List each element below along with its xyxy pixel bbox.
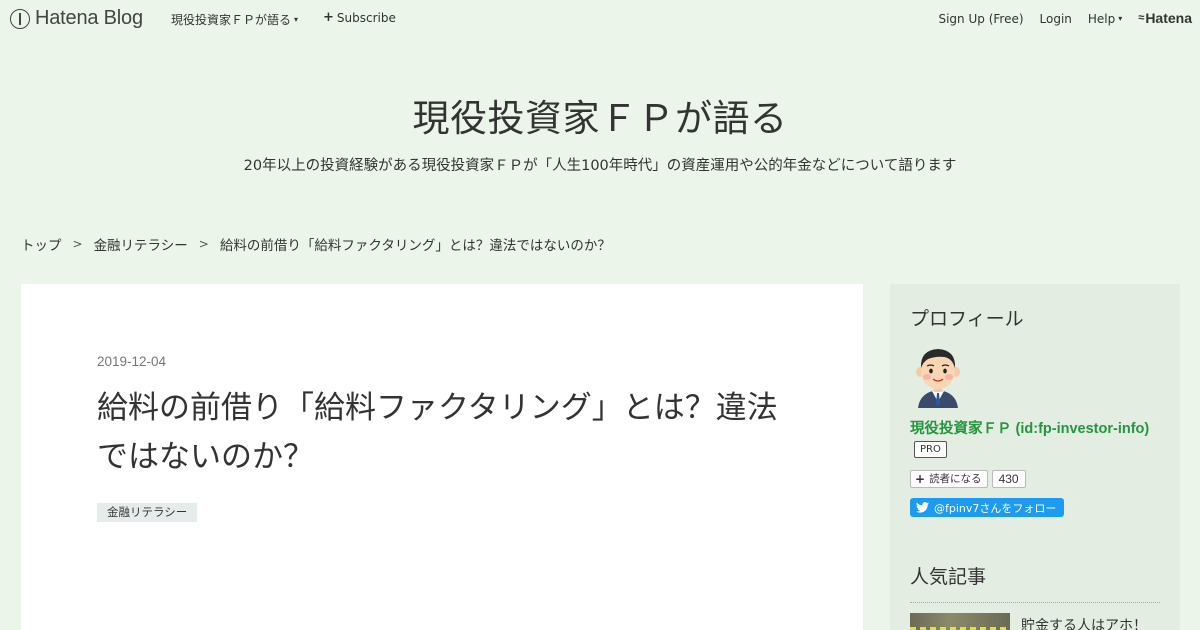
blog-description: 20年以上の投資経験がある現役投資家ＦＰが「人生100年時代」の資産運用や公的年…	[243, 158, 957, 174]
caret-down-icon: ▾	[294, 15, 299, 24]
reader-count: 430	[991, 470, 1026, 488]
breadcrumb: トップ > 金融リテラシー > 給料の前借り「給料ファクタリング」とは？違法では…	[21, 234, 611, 254]
popular-divider	[910, 602, 1160, 603]
blog-menu[interactable]: 現役投資家ＦＰが語る ▾	[171, 11, 298, 28]
account-nav: Sign Up (Free) Login Help ▾ ≈ Hatena	[922, 10, 1192, 26]
signup-link[interactable]: Sign Up (Free)	[938, 12, 1023, 26]
subscribe-button[interactable]: + Subscribe	[323, 11, 396, 25]
post-title[interactable]: 給料の前借り「給料ファクタリング」とは？違法ではないのか？	[97, 384, 797, 482]
hatena-blog-logo[interactable]: Hatena Blog	[10, 7, 143, 30]
breadcrumb-top[interactable]: トップ	[21, 234, 62, 254]
hatena-blog-icon	[10, 8, 30, 29]
popular-heading: 人気記事	[910, 566, 987, 588]
caret-down-icon: ▾	[1118, 14, 1123, 23]
popular-article-thumbnail[interactable]	[910, 613, 1010, 630]
profile-name-link[interactable]: 現役投資家ＦＰ (id:fp-investor-info)	[910, 417, 1149, 438]
article-card: 2019-12-04 給料の前借り「給料ファクタリング」とは？違法ではないのか？…	[21, 284, 863, 630]
subscribe-label: Subscribe	[336, 11, 396, 25]
become-reader-button[interactable]: + 読者になる	[910, 470, 988, 488]
global-header: Hatena Blog 現役投資家ＦＰが語る ▾ + Subscribe Sig…	[0, 0, 1200, 36]
become-reader-label: 読者になる	[929, 473, 982, 485]
hatena-label: Hatena	[1145, 10, 1192, 26]
help-menu[interactable]: Help ▾	[1088, 12, 1122, 26]
category-tag[interactable]: 金融リテラシー	[97, 503, 198, 522]
breadcrumb-current: 給料の前借り「給料ファクタリング」とは？違法ではないのか？	[219, 238, 611, 254]
twitter-follow-button[interactable]: @fpinv7さんをフォロー	[910, 498, 1065, 517]
breadcrumb-separator: >	[72, 237, 83, 251]
profile-heading: プロフィール	[910, 308, 1024, 330]
subscribe-reader: + 読者になる 430	[910, 470, 1026, 488]
blog-title[interactable]: 現役投資家ＦＰが語る	[0, 88, 1200, 142]
login-link[interactable]: Login	[1040, 12, 1072, 26]
breadcrumb-separator: >	[198, 237, 209, 251]
pro-badge[interactable]: PRO	[914, 441, 947, 458]
hatena-mark-icon: ≈	[1138, 12, 1144, 24]
post-date[interactable]: 2019-12-04	[97, 354, 166, 369]
twitter-bird-icon	[916, 502, 929, 513]
help-label: Help	[1087, 11, 1116, 26]
plus-icon: +	[915, 472, 926, 486]
brand-label: Hatena Blog	[35, 7, 143, 29]
twitter-follow-label: @fpinv7さんをフォロー	[934, 501, 1057, 515]
sidebar: プロフィール 現役投資家ＦＰ (id:fp-investor-info) PRO…	[890, 284, 1180, 630]
profile-avatar[interactable]	[910, 344, 966, 408]
hatena-logo[interactable]: ≈ Hatena	[1138, 10, 1192, 26]
blog-menu-label: 現役投資家ＦＰが語る	[171, 13, 292, 27]
breadcrumb-category[interactable]: 金融リテラシー	[94, 234, 188, 254]
popular-article-title[interactable]: 貯金する人はアホ！	[1021, 615, 1147, 630]
plus-icon: +	[323, 10, 334, 25]
